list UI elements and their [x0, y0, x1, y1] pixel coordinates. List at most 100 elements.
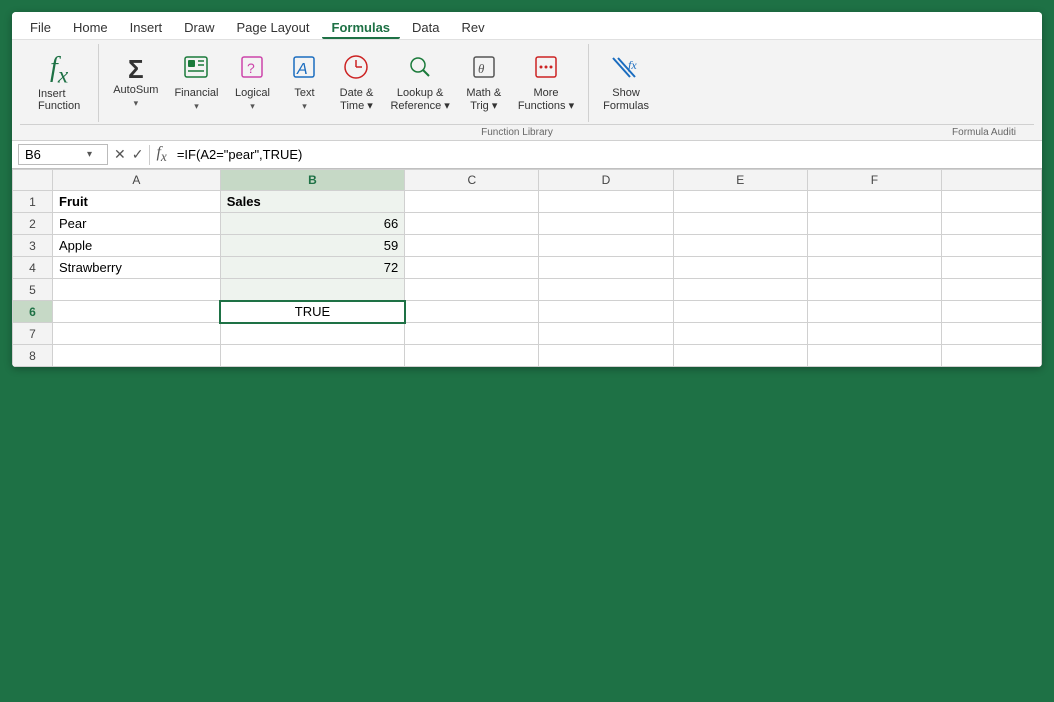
- insert-function-button[interactable]: fx InsertFunction: [28, 48, 90, 118]
- cell-extra5[interactable]: [942, 279, 1042, 301]
- cell-d1[interactable]: [539, 191, 673, 213]
- financial-button[interactable]: Financial▾: [168, 49, 224, 117]
- cell-f8[interactable]: [807, 345, 941, 367]
- col-header-f[interactable]: F: [807, 170, 941, 191]
- show-formulas-label: ShowFormulas: [603, 87, 649, 113]
- cell-a8[interactable]: [53, 345, 221, 367]
- cell-ref-chevron-icon[interactable]: ▾: [87, 149, 92, 160]
- cell-ref-input[interactable]: [25, 147, 85, 162]
- svg-text:A: A: [296, 61, 308, 78]
- col-header-e[interactable]: E: [673, 170, 807, 191]
- math-label: Math &Trig ▾: [466, 87, 501, 113]
- formula-controls: ✕ ✓: [114, 146, 143, 163]
- cell-e8[interactable]: [673, 345, 807, 367]
- cell-b8[interactable]: [220, 345, 405, 367]
- cell-d4[interactable]: [539, 257, 673, 279]
- col-header-d[interactable]: D: [539, 170, 673, 191]
- cell-c8[interactable]: [405, 345, 539, 367]
- more-functions-button[interactable]: MoreFunctions ▾: [512, 49, 580, 117]
- corner-header: [13, 170, 53, 191]
- cell-b4[interactable]: 72: [220, 257, 405, 279]
- cell-e4[interactable]: [673, 257, 807, 279]
- cell-e3[interactable]: [673, 235, 807, 257]
- cell-b5[interactable]: [220, 279, 405, 301]
- cell-e2[interactable]: [673, 213, 807, 235]
- cell-f4[interactable]: [807, 257, 941, 279]
- cell-c4[interactable]: [405, 257, 539, 279]
- cell-reference-box[interactable]: ▾: [18, 144, 108, 165]
- formula-input[interactable]: [173, 145, 1036, 164]
- cell-extra2[interactable]: [942, 213, 1042, 235]
- text-icon: A: [290, 53, 318, 85]
- menu-insert[interactable]: Insert: [120, 16, 173, 39]
- fx-formula-button[interactable]: fx: [156, 144, 166, 165]
- menu-home[interactable]: Home: [63, 16, 118, 39]
- cell-extra8[interactable]: [942, 345, 1042, 367]
- cell-a7[interactable]: [53, 323, 221, 345]
- lookup-button[interactable]: Lookup &Reference ▾: [384, 49, 455, 117]
- autosum-button[interactable]: Σ AutoSum▾: [107, 52, 164, 114]
- cell-a4[interactable]: Strawberry: [53, 257, 221, 279]
- cell-f1[interactable]: [807, 191, 941, 213]
- cell-d2[interactable]: [539, 213, 673, 235]
- ribbon-group-formula-audit: fx ShowFormulas: [589, 44, 663, 122]
- cell-d3[interactable]: [539, 235, 673, 257]
- cell-c1[interactable]: [405, 191, 539, 213]
- cell-d6[interactable]: [539, 301, 673, 323]
- cell-c3[interactable]: [405, 235, 539, 257]
- cell-b3[interactable]: 59: [220, 235, 405, 257]
- formula-bar: ▾ ✕ ✓ fx: [12, 141, 1042, 169]
- text-button[interactable]: A Text▾: [280, 49, 328, 117]
- ribbon-group-function-library: Σ AutoSum▾ Financial▾: [99, 44, 589, 122]
- menu-draw[interactable]: Draw: [174, 16, 224, 39]
- logical-label: Logical▾: [235, 87, 270, 113]
- col-header-a[interactable]: A: [53, 170, 221, 191]
- datetime-button[interactable]: Date &Time ▾: [332, 49, 380, 117]
- cell-f3[interactable]: [807, 235, 941, 257]
- cancel-formula-button[interactable]: ✕: [114, 146, 126, 163]
- cell-extra6[interactable]: [942, 301, 1042, 323]
- more-functions-label: MoreFunctions ▾: [518, 87, 574, 113]
- show-formulas-button[interactable]: fx ShowFormulas: [597, 49, 655, 117]
- cell-a1[interactable]: Fruit: [53, 191, 221, 213]
- cell-b6[interactable]: TRUE: [220, 301, 405, 323]
- logical-button[interactable]: ? Logical▾: [228, 49, 276, 117]
- cell-e1[interactable]: [673, 191, 807, 213]
- cell-c5[interactable]: [405, 279, 539, 301]
- cell-c7[interactable]: [405, 323, 539, 345]
- cell-d8[interactable]: [539, 345, 673, 367]
- cell-f5[interactable]: [807, 279, 941, 301]
- col-header-c[interactable]: C: [405, 170, 539, 191]
- logical-icon: ?: [238, 53, 266, 85]
- cell-f7[interactable]: [807, 323, 941, 345]
- cell-f2[interactable]: [807, 213, 941, 235]
- cell-d5[interactable]: [539, 279, 673, 301]
- cell-extra4[interactable]: [942, 257, 1042, 279]
- cell-extra7[interactable]: [942, 323, 1042, 345]
- menu-page-layout[interactable]: Page Layout: [227, 16, 320, 39]
- menu-review[interactable]: Rev: [452, 16, 495, 39]
- row-header-2: 2: [13, 213, 53, 235]
- cell-a5[interactable]: [53, 279, 221, 301]
- cell-b2[interactable]: 66: [220, 213, 405, 235]
- cell-e6[interactable]: [673, 301, 807, 323]
- cell-a6[interactable]: [53, 301, 221, 323]
- menu-data[interactable]: Data: [402, 16, 449, 39]
- cell-e7[interactable]: [673, 323, 807, 345]
- cell-b1[interactable]: Sales: [220, 191, 405, 213]
- cell-a3[interactable]: Apple: [53, 235, 221, 257]
- cell-extra3[interactable]: [942, 235, 1042, 257]
- cell-extra1[interactable]: [942, 191, 1042, 213]
- cell-a2[interactable]: Pear: [53, 213, 221, 235]
- cell-c6[interactable]: [405, 301, 539, 323]
- cell-b7[interactable]: [220, 323, 405, 345]
- confirm-formula-button[interactable]: ✓: [132, 146, 144, 163]
- col-header-b[interactable]: B: [220, 170, 405, 191]
- menu-formulas[interactable]: Formulas: [322, 16, 401, 39]
- cell-c2[interactable]: [405, 213, 539, 235]
- cell-f6[interactable]: [807, 301, 941, 323]
- cell-e5[interactable]: [673, 279, 807, 301]
- cell-d7[interactable]: [539, 323, 673, 345]
- math-button[interactable]: θ Math &Trig ▾: [460, 49, 508, 117]
- menu-file[interactable]: File: [20, 16, 61, 39]
